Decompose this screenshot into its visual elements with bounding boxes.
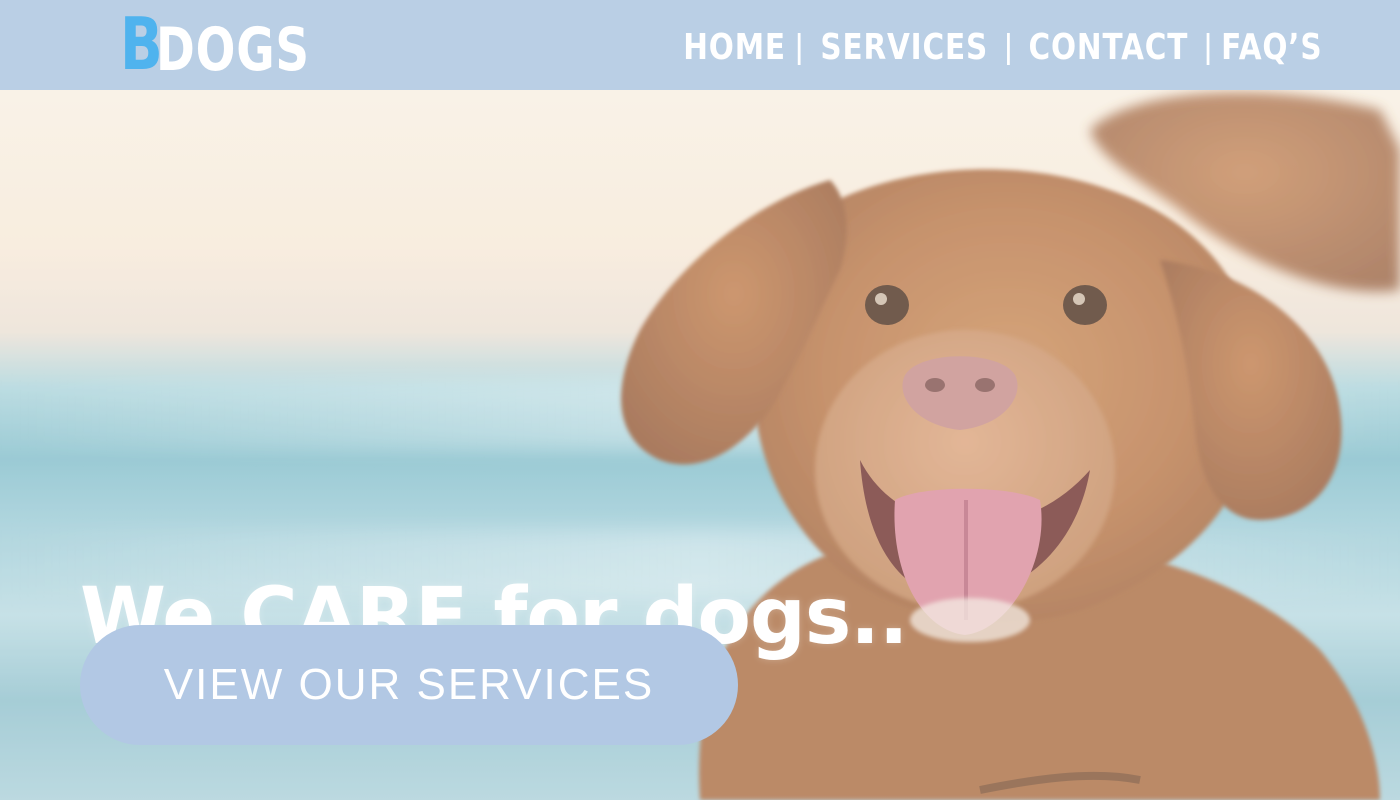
nav-separator: | [1203,27,1213,66]
nav-separator: | [794,27,804,66]
nav-contact-link[interactable]: CONTACT [1028,27,1188,68]
nav-faqs-link[interactable]: FAQ’S [1222,27,1323,68]
main-nav: HOME | SERVICES | CONTACT | FAQ’S [672,22,1334,72]
logo-initial: B [120,2,164,86]
view-services-button[interactable]: VIEW OUR SERVICES [80,625,738,745]
site-header: B DOGS HOME | SERVICES | CONTACT | FAQ’S [0,0,1400,90]
nav-services-link[interactable]: SERVICES [820,27,988,68]
nav-separator: | [1004,27,1013,66]
logo-text: DOGS [156,15,310,85]
nav-home-link[interactable]: HOME [683,27,786,68]
logo[interactable]: B DOGS [120,2,353,86]
